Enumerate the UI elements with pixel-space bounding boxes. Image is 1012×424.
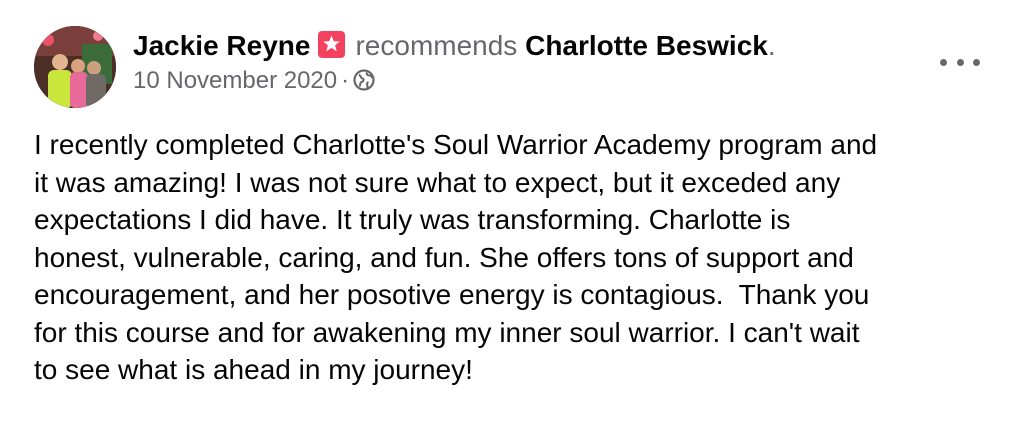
author-name[interactable]: Jackie Reyne bbox=[133, 30, 310, 61]
action-text: recommends bbox=[355, 30, 518, 61]
post-body-line: encouragement, and her posotive energy i… bbox=[34, 279, 870, 310]
more-dot bbox=[940, 58, 947, 66]
more-dot bbox=[956, 58, 964, 66]
post-body-line: to see what is ahead in my journey! bbox=[34, 354, 473, 385]
post-body-line: for this course and for awakening my inn… bbox=[34, 316, 860, 348]
post-date[interactable]: 10 November 2020 bbox=[133, 67, 337, 94]
post-body: I recently completed Charlotte's Soul Wa… bbox=[34, 126, 1002, 389]
post-body-line: I recently completed Charlotte's Soul Wa… bbox=[34, 129, 878, 160]
avatar[interactable] bbox=[34, 26, 116, 108]
recommendation-post: Jackie Reyne recommends Charlotte Beswick… bbox=[0, 0, 1012, 424]
post-body-line: it was amazing! I was not sure what to e… bbox=[34, 166, 841, 198]
star-flag-icon bbox=[318, 31, 346, 58]
more-options-icon[interactable] bbox=[940, 50, 980, 74]
title-period: . bbox=[767, 30, 776, 61]
post-title-line: Jackie Reyne recommends Charlotte Beswick… bbox=[133, 28, 932, 64]
post-meta-line: 10 November 2020 · bbox=[133, 66, 932, 96]
post-body-line: expectations I did have. It truly was tr… bbox=[34, 204, 791, 235]
recommended-page-link[interactable]: Charlotte Beswick bbox=[525, 30, 768, 61]
avatar-photo bbox=[34, 26, 116, 108]
post-body-line: honest, vulnerable, caring, and fun. She… bbox=[34, 241, 854, 273]
post-header: Jackie Reyne recommends Charlotte Beswick… bbox=[133, 28, 932, 96]
globe-icon[interactable] bbox=[353, 69, 375, 91]
more-dot bbox=[973, 58, 980, 66]
meta-separator: · bbox=[341, 67, 350, 94]
